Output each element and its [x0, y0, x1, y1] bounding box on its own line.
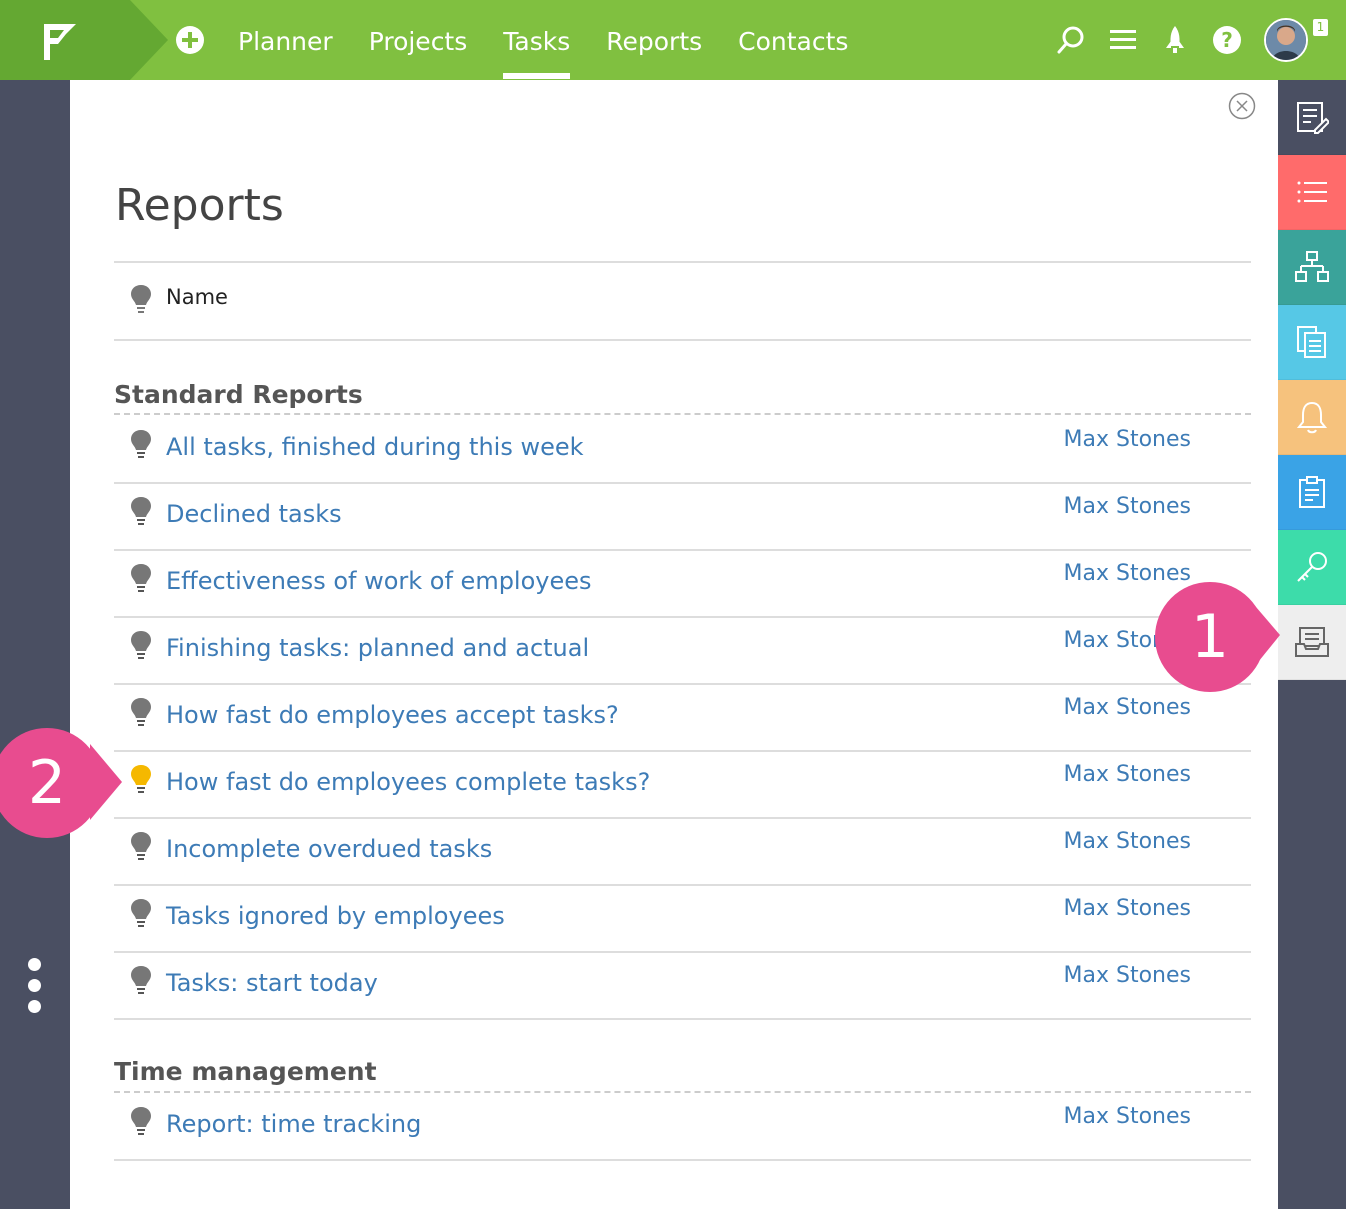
rail-clipboard[interactable]	[1278, 455, 1346, 530]
nav-reports[interactable]: Reports	[606, 0, 702, 80]
lightbulb-icon[interactable]	[130, 697, 152, 727]
report-link[interactable]: Incomplete overdued tasks	[166, 835, 492, 863]
report-link[interactable]: Effectiveness of work of employees	[166, 567, 592, 595]
column-header-name[interactable]: Name	[166, 285, 228, 309]
menu-icon[interactable]	[1108, 24, 1138, 56]
row-divider	[114, 1018, 1251, 1020]
user-avatar[interactable]	[1264, 18, 1308, 62]
report-owner-link[interactable]: Max Stones	[1064, 829, 1191, 854]
group-divider	[114, 413, 1251, 415]
bell-icon	[1296, 401, 1328, 434]
report-row[interactable]: How fast do employees complete tasks? Max…	[114, 752, 1251, 819]
group-divider	[114, 1091, 1251, 1093]
report-link[interactable]: Tasks ignored by employees	[166, 902, 505, 930]
divider	[114, 261, 1251, 263]
report-link[interactable]: Declined tasks	[166, 500, 342, 528]
lightbulb-icon[interactable]	[130, 563, 152, 593]
logo-arrow	[130, 0, 168, 80]
user-avatar-image	[1266, 20, 1306, 60]
lightbulb-icon[interactable]	[130, 831, 152, 861]
svg-text:?: ?	[1221, 28, 1233, 52]
rail-list[interactable]	[1278, 155, 1346, 230]
close-icon[interactable]	[1228, 92, 1256, 120]
more-options-icon[interactable]	[28, 958, 42, 1021]
report-owner-link[interactable]: Max Stones	[1064, 494, 1191, 519]
report-row[interactable]: Tasks: start today Max Stones	[114, 953, 1251, 1020]
lightbulb-icon[interactable]	[130, 965, 152, 995]
lightbulb-icon[interactable]	[130, 898, 152, 928]
flag-logo-icon	[44, 24, 76, 60]
report-link[interactable]: Tasks: start today	[166, 969, 378, 997]
reports-panel: Reports Name Standard Reports All tasks,…	[70, 80, 1278, 1209]
report-row[interactable]: Incomplete overdued tasks Max Stones	[114, 819, 1251, 886]
report-owner-link[interactable]: Max Stones	[1064, 762, 1191, 787]
rail-documents[interactable]	[1278, 305, 1346, 380]
rail-structure[interactable]	[1278, 230, 1346, 305]
report-owner-link[interactable]: Max Stones	[1064, 427, 1191, 452]
lightbulb-icon[interactable]	[130, 630, 152, 660]
report-owner-link[interactable]: Max Stones	[1064, 963, 1191, 988]
edit-list-icon	[1297, 102, 1329, 134]
right-toolbar	[1278, 80, 1346, 680]
lightbulb-icon[interactable]	[130, 1106, 152, 1136]
report-row[interactable]: Report: time tracking Max Stones	[114, 1094, 1251, 1161]
documents-icon	[1297, 326, 1326, 358]
lightbulb-icon[interactable]	[130, 496, 152, 526]
rail-access[interactable]	[1278, 530, 1346, 605]
report-owner-link[interactable]: Max Stones	[1064, 695, 1191, 720]
page-title: Reports	[115, 180, 284, 231]
report-link[interactable]: All tasks, finished during this week	[166, 433, 584, 461]
logo-area[interactable]	[0, 0, 130, 80]
main-nav: Planner Projects Tasks Reports Contacts	[238, 0, 884, 80]
clipboard-icon	[1299, 476, 1325, 508]
report-row[interactable]: How fast do employees accept tasks? Max S…	[114, 685, 1251, 752]
report-link[interactable]: How fast do employees complete tasks?	[166, 768, 650, 796]
rail-edit-list[interactable]	[1278, 80, 1346, 155]
report-owner-link[interactable]: Max Stones	[1064, 896, 1191, 921]
callout-1: 1	[1155, 582, 1265, 692]
report-owner-link[interactable]: Max Stones	[1064, 1104, 1191, 1129]
top-navigation-bar: Planner Projects Tasks Reports Contacts …	[0, 0, 1346, 80]
report-row[interactable]: Effectiveness of work of employees Max St…	[114, 551, 1251, 618]
notification-badge[interactable]: 1	[1313, 19, 1328, 36]
org-chart-icon	[1295, 251, 1329, 282]
report-row[interactable]: All tasks, finished during this week Max …	[114, 417, 1251, 484]
inbox-icon	[1295, 627, 1329, 657]
rail-notifications[interactable]	[1278, 380, 1346, 455]
list-icon	[1297, 181, 1327, 203]
divider	[114, 339, 1251, 341]
report-link[interactable]: Finishing tasks: planned and actual	[166, 634, 589, 662]
nav-planner[interactable]: Planner	[238, 0, 333, 80]
add-plus-icon[interactable]	[176, 26, 204, 54]
nav-tasks[interactable]: Tasks	[503, 0, 570, 80]
help-icon[interactable]: ?	[1212, 24, 1242, 56]
search-icon[interactable]	[1056, 24, 1086, 56]
group-title-time-management: Time management	[114, 1057, 377, 1086]
report-link[interactable]: How fast do employees accept tasks?	[166, 701, 619, 729]
report-row[interactable]: Declined tasks Max Stones	[114, 484, 1251, 551]
report-row[interactable]: Finishing tasks: planned and actual Max S…	[114, 618, 1251, 685]
row-divider	[114, 1159, 1251, 1161]
nav-projects[interactable]: Projects	[369, 0, 468, 80]
group-title-standard-reports: Standard Reports	[114, 380, 363, 409]
lightbulb-icon[interactable]	[130, 764, 152, 794]
rail-reports[interactable]	[1278, 605, 1346, 680]
report-link[interactable]: Report: time tracking	[166, 1110, 421, 1138]
lightbulb-icon[interactable]	[130, 429, 152, 459]
report-row[interactable]: Tasks ignored by employees Max Stones	[114, 886, 1251, 953]
key-icon	[1297, 552, 1327, 582]
lightbulb-icon[interactable]	[130, 284, 152, 314]
rocket-icon[interactable]	[1160, 24, 1190, 56]
nav-contacts[interactable]: Contacts	[738, 0, 848, 80]
